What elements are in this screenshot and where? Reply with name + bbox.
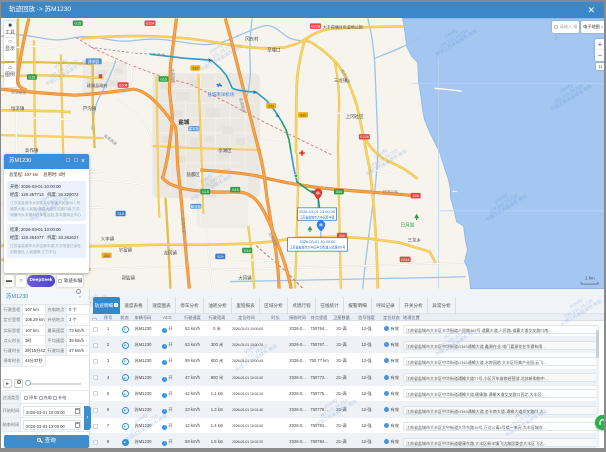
svg-text:建湖县政府: 建湖县政府 [87, 82, 108, 88]
svg-text:204: 204 [104, 254, 110, 258]
svg-text:G15: G15 [74, 22, 81, 26]
svg-text:大丰荷塘月色湿地公园: 大丰荷塘月色湿地公园 [323, 24, 363, 29]
svg-text:B: B [320, 223, 322, 227]
svg-text:2026-03-01 10:00:00: 2026-03-01 10:00:00 [299, 239, 335, 244]
svg-text:盐靖高速: 盐靖高速 [238, 97, 247, 113]
svg-text:331: 331 [300, 113, 306, 117]
svg-text:G15: G15 [29, 75, 36, 79]
svg-text:日月湖: 日月湖 [401, 222, 415, 229]
svg-text:S18: S18 [117, 212, 123, 216]
svg-text:郭猛镇: 郭猛镇 [122, 275, 136, 282]
svg-text:G228: G228 [360, 135, 369, 139]
svg-text:高作镇: 高作镇 [25, 147, 39, 154]
svg-text:解放路: 解放路 [191, 204, 202, 209]
svg-text:344: 344 [336, 190, 342, 194]
svg-text:盐靖高速: 盐靖高速 [180, 218, 186, 234]
svg-text:盐都区: 盐都区 [186, 171, 200, 178]
svg-text:G344: G344 [401, 258, 410, 262]
svg-text:1 km: 1 km [585, 276, 595, 281]
svg-text:三龙乡: 三龙乡 [408, 237, 421, 244]
svg-text:G204: G204 [119, 83, 128, 87]
svg-text:疏港公路: 疏港公路 [383, 189, 398, 195]
svg-text:恒济镇: 恒济镇 [11, 105, 25, 112]
svg-text:建湖县: 建湖县 [88, 59, 100, 64]
svg-text:建军路: 建军路 [189, 126, 200, 131]
svg-text:S29: S29 [217, 255, 223, 259]
svg-text:沈海高速: 沈海高速 [170, 68, 176, 83]
svg-text:龙冈镇: 龙冈镇 [163, 250, 177, 257]
svg-text:义丰镇: 义丰镇 [101, 236, 115, 243]
svg-text:G15: G15 [202, 190, 209, 194]
svg-text:盐城南洋机场: 盐城南洋机场 [207, 91, 234, 98]
svg-text:大冈镇: 大冈镇 [238, 275, 252, 282]
svg-text:2026-03-01 13:00:00: 2026-03-01 13:00:00 [299, 209, 335, 214]
svg-text:226: 226 [413, 194, 419, 198]
svg-text:G15: G15 [244, 249, 251, 253]
svg-text:亭湖区: 亭湖区 [218, 147, 232, 154]
svg-text:冈东村: 冈东村 [245, 35, 259, 42]
svg-text:盐淮高速: 盐淮高速 [11, 89, 27, 95]
svg-text:G204: G204 [146, 22, 155, 26]
svg-text:G15: G15 [232, 188, 239, 192]
svg-text:芦沟镇: 芦沟镇 [83, 105, 97, 112]
svg-text:盐城: 盐城 [178, 118, 189, 126]
svg-text:G228: G228 [311, 25, 320, 29]
svg-text:江苏省盐城市大丰区丰华街道人民路367号: 江苏省盐城市大丰区丰华街道人民路367号 [290, 245, 346, 250]
svg-text:盐淮高速: 盐淮高速 [103, 133, 118, 146]
svg-text:沈海高速: 沈海高速 [267, 231, 279, 247]
svg-text:江苏省盐城市大丰区新丰镇: 江苏省盐城市大丰区新丰镇 [300, 214, 335, 219]
svg-text:G15: G15 [160, 77, 167, 81]
svg-text:草堰口: 草堰口 [267, 46, 280, 53]
svg-text:上冈社区: 上冈社区 [346, 113, 364, 120]
svg-text:学富镇: 学富镇 [119, 247, 133, 254]
svg-text:233: 233 [268, 104, 274, 108]
